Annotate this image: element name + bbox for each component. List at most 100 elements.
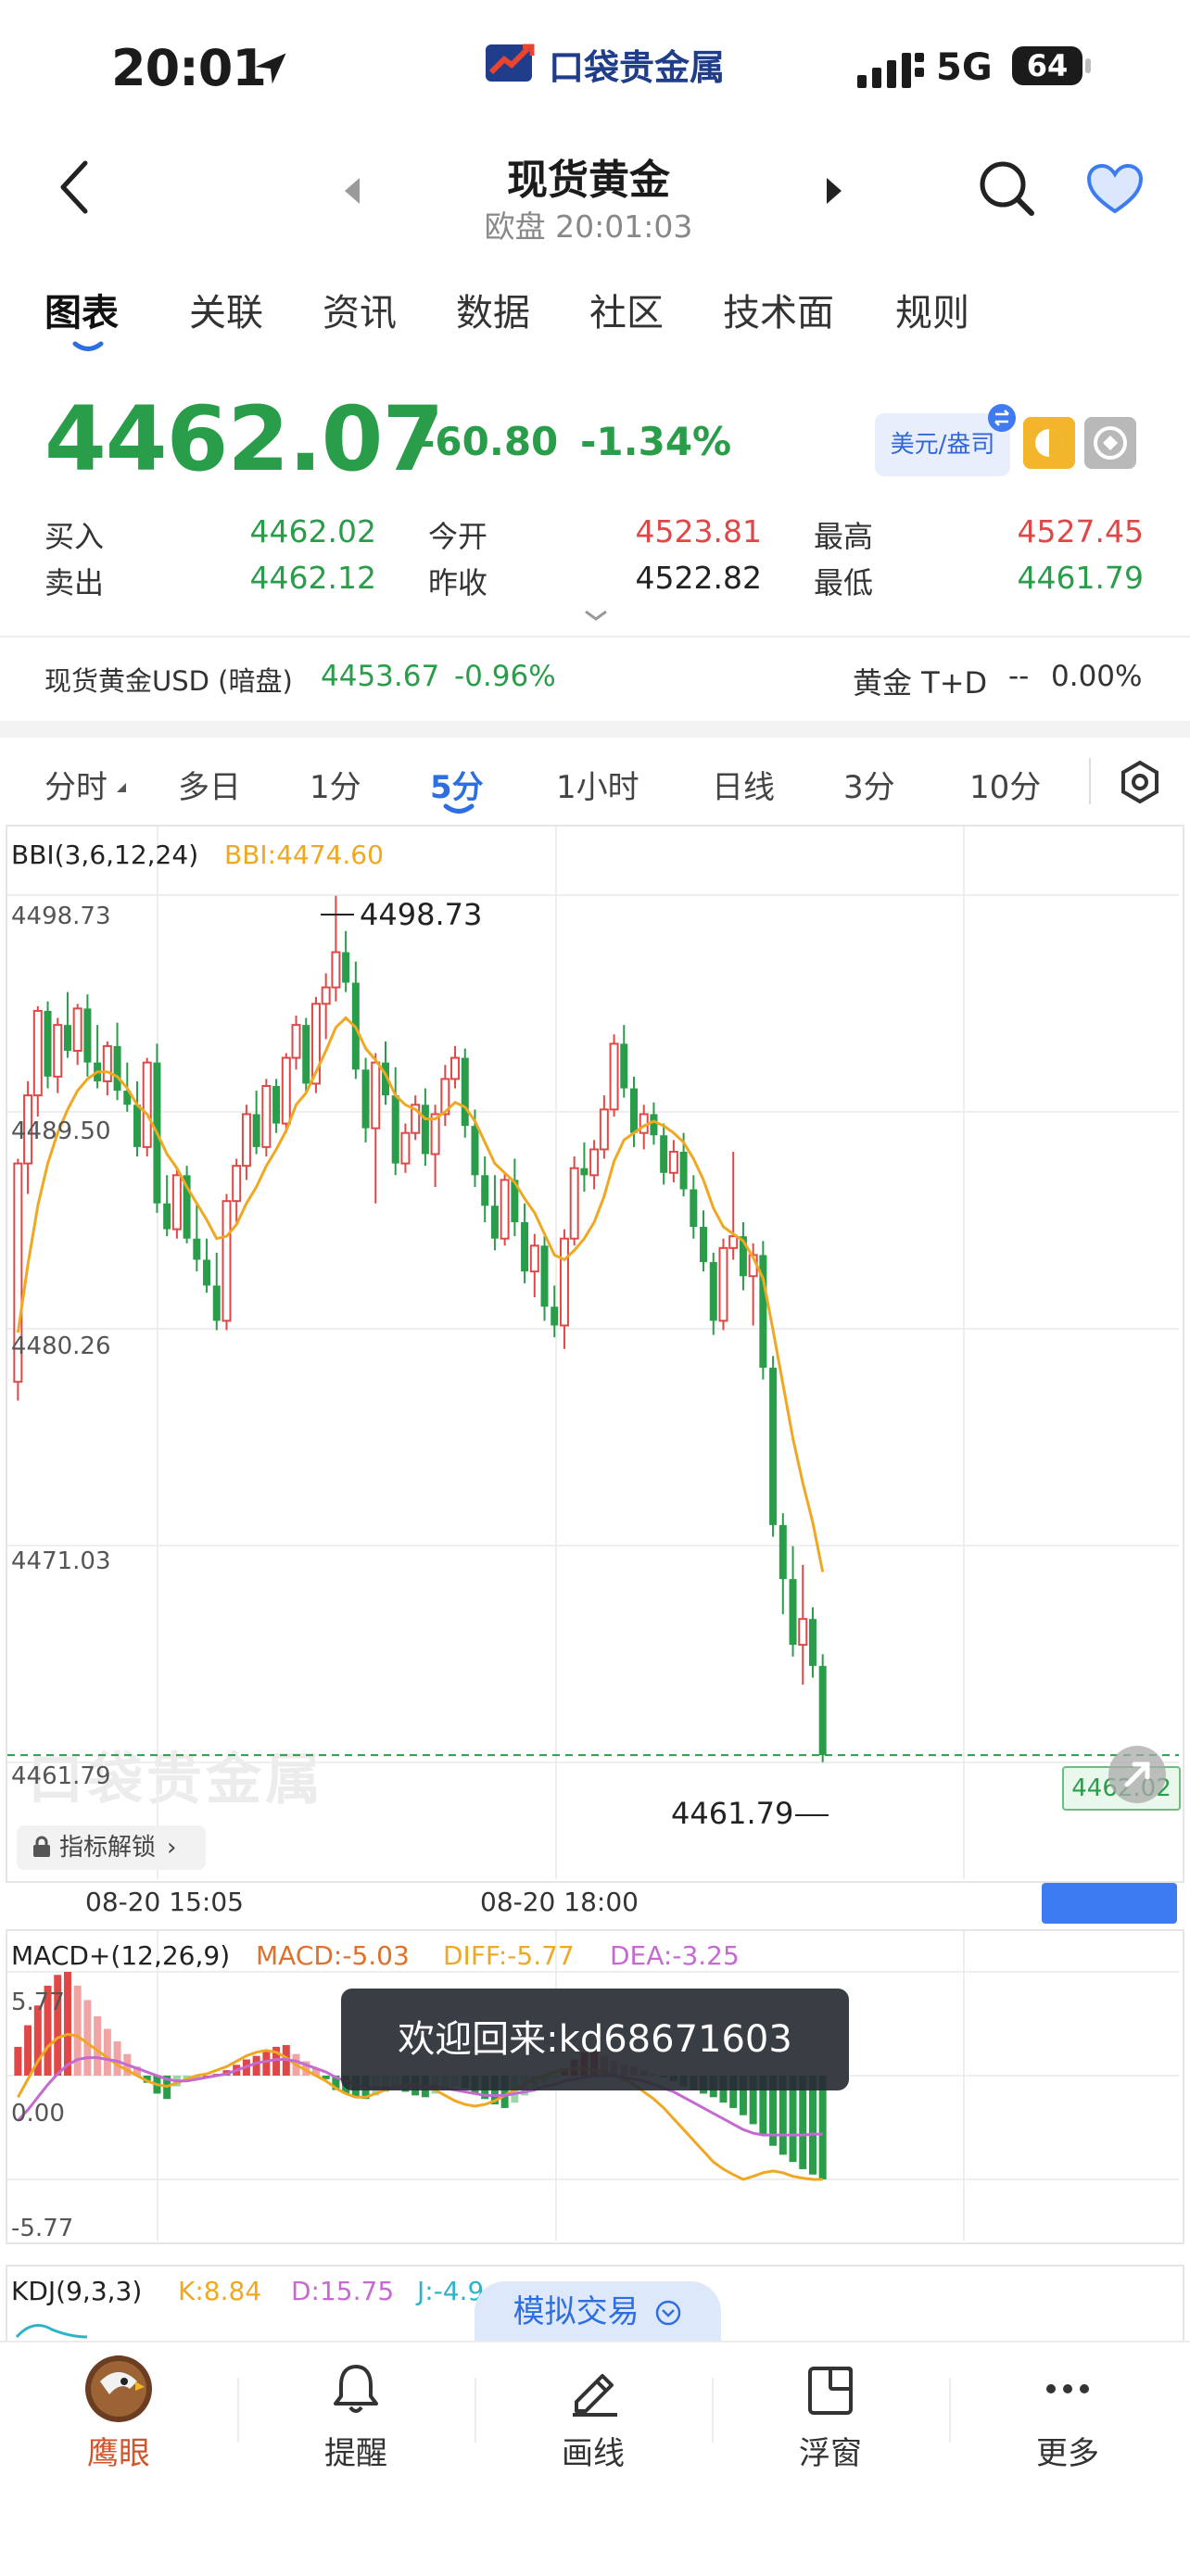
candle-body: [490, 1206, 499, 1239]
candle-body: [133, 1105, 141, 1147]
candle-body: [53, 1024, 63, 1078]
prev-close-label: 昨收: [428, 565, 488, 600]
candle-body: [529, 1244, 539, 1273]
macd-bar: [818, 2076, 827, 2179]
candle-body: [660, 1135, 668, 1173]
theme-toggle-icon[interactable]: [1023, 417, 1075, 469]
tab-data[interactable]: 数据: [456, 283, 530, 336]
kdj-k-value: K:8.84: [178, 2276, 262, 2306]
indicator-unlock-button[interactable]: 指标解锁 ›: [17, 1825, 206, 1870]
candle-body: [580, 1168, 589, 1176]
search-icon[interactable]: [978, 159, 1037, 222]
period-daily[interactable]: 日线: [712, 762, 775, 807]
open-value: 4523.81: [635, 513, 762, 549]
period-1min[interactable]: 1分: [310, 762, 361, 807]
candle-body: [102, 1044, 112, 1082]
nav-alerts-label: 提醒: [324, 2435, 387, 2472]
tab-technical[interactable]: 技术面: [723, 283, 834, 336]
nav-eagle-eye[interactable]: [0, 2354, 237, 2428]
y-axis-label: 4461.79: [11, 1762, 111, 1790]
period-3min[interactable]: 3分: [843, 762, 895, 807]
float-window-icon: [808, 2367, 853, 2415]
nav-drawing[interactable]: [475, 2361, 712, 2420]
candle-body: [798, 1618, 808, 1647]
nav-more-label: 更多: [1036, 2435, 1099, 2472]
app-logo-icon: [482, 37, 539, 93]
welcome-toast: 欢迎回来:kd68671603: [341, 1989, 849, 2090]
period-multiday[interactable]: 多日: [178, 762, 241, 807]
back-button[interactable]: [56, 158, 93, 221]
jump-to-latest-icon[interactable]: [1108, 1746, 1166, 1803]
bbi-value: BBI:4474.60: [224, 840, 384, 870]
candlestick-chart[interactable]: [7, 827, 1179, 1879]
candle-body: [551, 1307, 559, 1326]
macd-bar: [94, 2015, 102, 2076]
nav-alerts[interactable]: [237, 2361, 475, 2420]
candle-body: [261, 1085, 272, 1148]
simulated-trade-button[interactable]: 模拟交易: [475, 2281, 721, 2342]
network-type: 5G: [936, 46, 993, 89]
candle-body: [321, 986, 331, 1005]
nav-more[interactable]: [949, 2361, 1186, 2420]
related-instrument-name[interactable]: 现货黄金USD (暗盘): [44, 660, 293, 699]
macd-indicator-label[interactable]: MACD+(12,26,9): [11, 1940, 230, 1971]
candle-body: [222, 1200, 232, 1322]
tab-community[interactable]: 社区: [589, 283, 664, 336]
bell-icon: [334, 2365, 378, 2413]
market-session: 欧盘 20:01:03: [484, 208, 693, 245]
tab-news[interactable]: 资讯: [323, 283, 397, 336]
tab-rules[interactable]: 规则: [895, 283, 969, 336]
macd-bar: [808, 2076, 817, 2175]
battery-icon: 64: [1012, 46, 1082, 85]
candle-body: [589, 1148, 600, 1177]
lock-icon: [32, 1828, 52, 1857]
candle-body: [32, 1009, 43, 1097]
candle-body: [599, 1108, 609, 1151]
candle-body: [232, 1165, 242, 1203]
candle-body: [540, 1245, 549, 1307]
candle-body: [421, 1105, 429, 1155]
x-axis-label: 08-20 18:00: [480, 1887, 639, 1917]
pen-icon: [573, 2374, 617, 2417]
period-1hour[interactable]: 1小时: [556, 762, 639, 807]
tab-chart[interactable]: 图表: [44, 283, 119, 336]
high-marker-line: [321, 914, 354, 915]
candle-body: [471, 1126, 479, 1176]
kdj-indicator-label[interactable]: KDJ(9,3,3): [11, 2276, 142, 2306]
candle-body: [302, 1025, 310, 1084]
related-instrument-price: 4453.67: [321, 660, 440, 693]
chevron-down-icon: [654, 2286, 682, 2326]
candle-body: [559, 1237, 569, 1327]
tab-related[interactable]: 关联: [189, 283, 263, 336]
favorite-heart-icon[interactable]: [1086, 163, 1144, 219]
chart-settings-icon[interactable]: [1118, 760, 1162, 808]
period-timeshare[interactable]: 分时: [44, 762, 108, 807]
location-arrow-icon: [250, 48, 291, 93]
candle-body: [291, 1024, 301, 1059]
candle-body: [450, 1056, 461, 1080]
kdj-j-value: J:-4.9: [417, 2276, 485, 2306]
candle-body: [391, 1095, 399, 1164]
low-marker-line: [795, 1814, 829, 1816]
battery-tip: [1085, 58, 1091, 73]
nav-float-window[interactable]: [712, 2361, 949, 2420]
candle-body: [620, 1043, 628, 1089]
bbi-indicator-label[interactable]: BBI(3,6,12,24): [11, 840, 198, 870]
period-10min[interactable]: 10分: [969, 762, 1041, 807]
candle-body: [569, 1167, 579, 1240]
kdj-d-value: D:15.75: [291, 2276, 395, 2306]
scroll-position-bar[interactable]: [1042, 1883, 1177, 1924]
candle-body: [609, 1042, 619, 1111]
related-td-name[interactable]: 黄金 T+D: [853, 660, 987, 702]
refresh-settings-icon[interactable]: [1084, 417, 1136, 469]
divider: [1089, 758, 1091, 804]
low-marker: 4461.79: [671, 1796, 794, 1831]
candle-body: [668, 1150, 678, 1174]
next-instrument-button[interactable]: [823, 176, 845, 209]
expand-chevron-icon[interactable]: [582, 608, 610, 626]
bbi-line: [16, 1016, 825, 1572]
app-logo-text: 口袋贵金属: [549, 47, 726, 88]
candle-body: [718, 1246, 728, 1322]
prev-instrument-button[interactable]: [341, 176, 363, 209]
candle-body: [371, 1061, 381, 1130]
